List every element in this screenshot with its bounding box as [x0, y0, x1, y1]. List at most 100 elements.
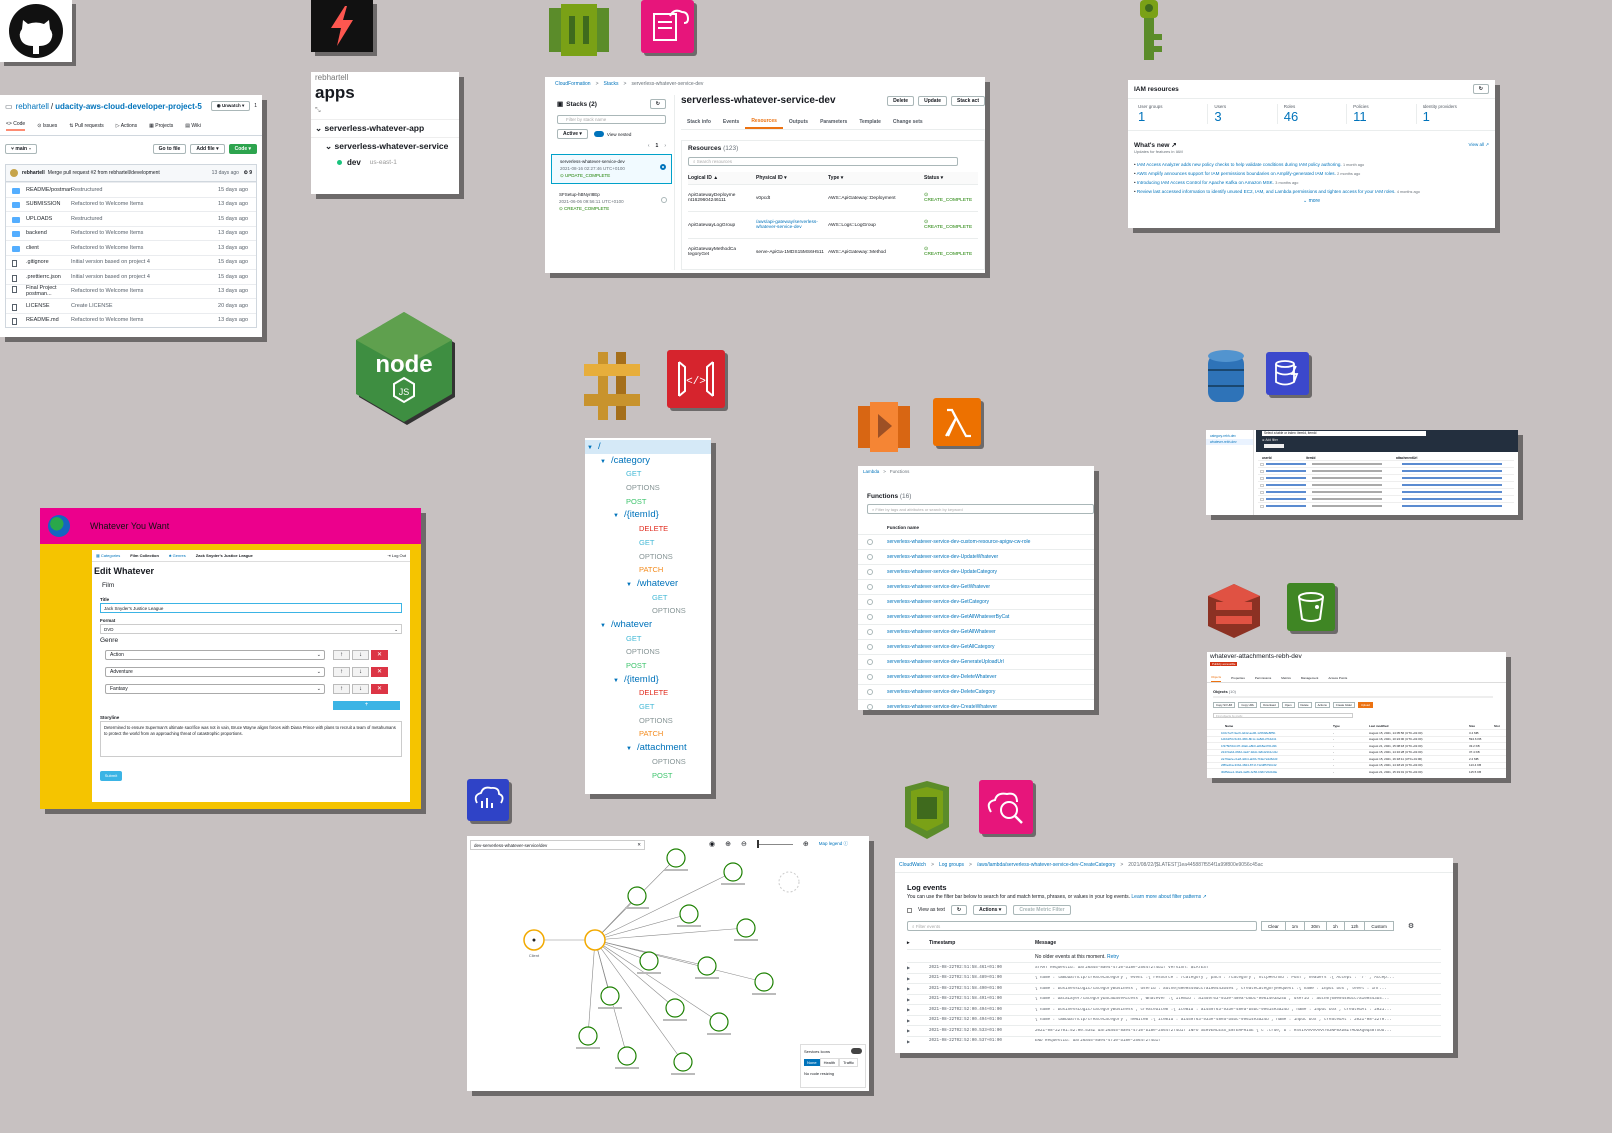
api-method-delete[interactable]: DELETE: [585, 686, 711, 700]
range-1m[interactable]: 1m: [1284, 921, 1304, 931]
log-event-row[interactable]: ▶ 2021-08-22T02:51:58.461+01:00 START Requ…: [907, 962, 1441, 973]
api-gateway-node[interactable]: [584, 929, 606, 951]
option-traffic[interactable]: Traffic: [839, 1058, 859, 1067]
caret-down-icon[interactable]: ▼: [613, 513, 619, 519]
table-item-selected[interactable]: whatever-rebh-dev: [1206, 439, 1253, 445]
physical-id[interactable]: serve-ApiGa-1MDS15MS6H511: [756, 250, 828, 255]
radio[interactable]: [661, 197, 667, 203]
radio[interactable]: [867, 539, 873, 545]
radio[interactable]: [867, 554, 873, 560]
iam-stat[interactable]: Roles 46: [1276, 104, 1346, 124]
col-type[interactable]: Type ▾: [828, 175, 924, 181]
range-12h[interactable]: 12h: [1343, 921, 1365, 931]
function-name[interactable]: serverless-whatever-service-dev-GetAllWh…: [887, 629, 996, 635]
item-row[interactable]: [1258, 467, 1514, 474]
logout-button[interactable]: ⇥ Log Out: [387, 553, 406, 558]
api-resource-path[interactable]: ▼/attachment: [585, 741, 711, 755]
caret-down-icon[interactable]: ▼: [600, 459, 606, 465]
nav-current-item[interactable]: Zack Snyder's Justice League: [196, 553, 253, 558]
view-as-text-checkbox[interactable]: [907, 907, 912, 913]
function-name[interactable]: serverless-whatever-service-dev-DeleteCa…: [887, 689, 995, 695]
expand-icon[interactable]: ▶: [907, 1018, 929, 1023]
caret-down-icon[interactable]: ▼: [600, 623, 606, 629]
file-name[interactable]: .gitignore: [26, 259, 49, 265]
action-button[interactable]: Copy URL: [1238, 702, 1258, 708]
expand-icon[interactable]: ▶: [907, 997, 929, 1002]
api-resource-path[interactable]: ▼/{itemId}: [585, 508, 711, 522]
stack-card-selected[interactable]: serverless-whatever-service-dev 2021-08-…: [551, 154, 672, 184]
toggle-switch[interactable]: [593, 131, 604, 137]
submit-button[interactable]: Submit: [100, 771, 122, 781]
function-row[interactable]: serverless-whatever-service-dev-GetCateg…: [858, 594, 1094, 609]
tab-events[interactable]: Events: [717, 116, 745, 128]
resource-row[interactable]: ApiGatewayMethodCa tegoryGet serve-ApiGa-…: [688, 238, 978, 265]
action-button[interactable]: Download: [1260, 702, 1279, 708]
tab-issues[interactable]: ⊙ Issues: [37, 123, 57, 129]
stack-actions-button[interactable]: Stack act: [951, 95, 985, 106]
resource-row[interactable]: ApiGatewayDeployme nt1629604246111 v0pcdt…: [688, 184, 978, 211]
news-item[interactable]: • Introducing IAM Access Control for Apa…: [1134, 180, 1489, 185]
object-name[interactable]: 3b85dee1-3ba9-4e8b-bc56-bf2b7e5c0d0e: [1213, 770, 1333, 774]
file-commit-message[interactable]: Initial version based on project 4: [71, 259, 211, 265]
refresh-button[interactable]: ↻: [950, 905, 968, 915]
file-name[interactable]: README/postman: [26, 187, 72, 193]
file-commit-message[interactable]: Refactored to Welcome Items: [71, 317, 211, 323]
format-select[interactable]: DVD ⌄: [100, 624, 402, 634]
iam-stat[interactable]: User groups 1: [1138, 104, 1207, 124]
radio[interactable]: [867, 569, 873, 575]
stat-value[interactable]: 11: [1353, 109, 1415, 124]
option-none[interactable]: None: [804, 1059, 820, 1066]
file-commit-message[interactable]: Create LICENSE: [71, 303, 211, 309]
crumb-cloudwatch[interactable]: CloudWatch: [899, 862, 926, 868]
file-name[interactable]: README.md: [26, 317, 59, 323]
move-up-button[interactable]: ↑: [333, 667, 350, 677]
filter-events-input[interactable]: ⌕ Filter events: [907, 921, 1257, 931]
lambda-node[interactable]: [736, 918, 756, 938]
function-row[interactable]: serverless-whatever-service-dev-CreateWh…: [858, 699, 1094, 710]
api-method-post[interactable]: POST: [585, 495, 711, 509]
collapse-icon[interactable]: ⤡: [311, 103, 459, 119]
lambda-node[interactable]: [600, 986, 620, 1006]
lambda-node[interactable]: [673, 1052, 693, 1072]
api-method-get[interactable]: GET: [585, 700, 711, 714]
function-row[interactable]: serverless-whatever-service-dev-GetAllWh…: [858, 609, 1094, 624]
action-button[interactable]: Open: [1281, 702, 1295, 708]
item-row[interactable]: [1258, 474, 1514, 481]
news-item[interactable]: • AWS Amplify announces support for IAM …: [1134, 171, 1489, 176]
file-commit-message[interactable]: Initial version based on project 4: [71, 274, 211, 280]
status-select[interactable]: Active ▾: [557, 129, 588, 139]
branch-select[interactable]: ⑂ main ▾: [5, 144, 38, 154]
start-search-button[interactable]: [1264, 444, 1284, 448]
lambda-node[interactable]: [723, 862, 743, 882]
object-row[interactable]: 2a7f4a2e-c1a8-4db4-ab9b-7b9e7a3d62d3- Aug…: [1207, 755, 1506, 762]
api-method-delete[interactable]: DELETE: [585, 522, 711, 536]
tab-management[interactable]: Management: [1301, 674, 1319, 682]
crumb-log-groups[interactable]: Log groups: [939, 862, 964, 868]
stat-value[interactable]: 1: [1423, 109, 1485, 124]
function-row[interactable]: serverless-whatever-service-dev-GetWhate…: [858, 579, 1094, 594]
col-logical-id[interactable]: Logical ID ▲: [688, 175, 756, 181]
add-genre-button[interactable]: +: [333, 701, 400, 710]
action-button[interactable]: Actions: [1314, 702, 1330, 708]
caret-down-icon[interactable]: ▼: [613, 678, 619, 684]
function-name[interactable]: serverless-whatever-service-dev-UpdateCa…: [887, 569, 997, 575]
api-method-post[interactable]: POST: [585, 659, 711, 673]
col-physical-id[interactable]: Physical ID ▾: [756, 175, 828, 181]
storyline-textarea[interactable]: Determined to ensure Superman's ultimate…: [100, 721, 402, 757]
function-name[interactable]: serverless-whatever-service-dev-GetAllCa…: [887, 644, 995, 650]
iam-stat[interactable]: Identity providers 1: [1415, 104, 1485, 124]
api-method-patch[interactable]: PATCH: [585, 563, 711, 577]
iam-stat[interactable]: Policies 11: [1346, 104, 1415, 124]
stack-filter-input[interactable]: Filter by stack name: [557, 115, 666, 124]
file-row[interactable]: client Refactored to Welcome Items 13 days…: [6, 240, 256, 255]
function-name[interactable]: serverless-whatever-service-dev-CreateWh…: [887, 704, 997, 710]
api-method-options[interactable]: OPTIONS: [585, 714, 711, 728]
tab-actions[interactable]: ▷ Actions: [116, 123, 137, 129]
option-health[interactable]: Health: [819, 1058, 840, 1067]
function-row[interactable]: serverless-whatever-service-dev-DeleteCa…: [858, 684, 1094, 699]
create-metric-filter-button[interactable]: Create Metric Filter: [1013, 905, 1071, 915]
expand-icon[interactable]: ▶: [907, 976, 929, 981]
function-name[interactable]: serverless-whatever-service-dev-DeleteWh…: [887, 674, 996, 680]
tab-projects[interactable]: ▦ Projects: [149, 123, 173, 129]
file-row[interactable]: Final Project postman... Refactored to We…: [6, 283, 256, 299]
